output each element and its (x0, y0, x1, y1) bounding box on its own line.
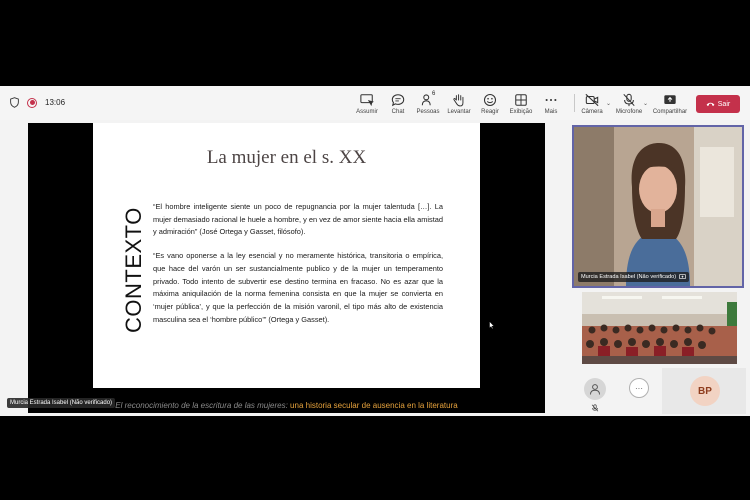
participant-tile-bp[interactable]: BP (662, 368, 746, 414)
share-screen-icon (664, 95, 676, 104)
microphone-label: Microfone (615, 109, 643, 115)
slide-quote: “Es vano oponerse a la ley esencial y no… (153, 251, 443, 324)
microphone-options-chevron-icon[interactable]: ⌄ (643, 100, 648, 107)
caption-subtitle: una historia secular de ausencia en la l… (290, 401, 458, 410)
share-screen-icon (679, 274, 686, 280)
microphone-button[interactable]: Microfone (611, 93, 647, 115)
chat-label: Chat (391, 109, 405, 115)
teams-meeting-window: 13:06 Assumir Chat 6 Pessoas Levantar Re… (0, 86, 750, 416)
meeting-status: 13:06 (10, 97, 65, 108)
camera-off-icon (585, 93, 599, 107)
caption-title: El reconocimiento de la escritura de las… (115, 401, 291, 410)
recording-icon (27, 97, 37, 108)
more-actions-label: Mais (544, 109, 558, 115)
share-label: Compartilhar (652, 109, 688, 115)
mic-off-icon (623, 93, 635, 107)
slide-body: “El hombre inteligente siente un poco de… (153, 201, 443, 337)
speaker-name-tag: Murcia Estrada Isabel (Não verificado) (578, 272, 690, 282)
participant-avatar[interactable] (584, 378, 606, 400)
hang-up-icon (706, 102, 715, 107)
smiley-icon (483, 93, 497, 107)
slide-quote: “El hombre inteligente siente un poco de… (153, 202, 443, 237)
camera-label: Câmera (581, 109, 603, 115)
more-horizontal-icon (545, 98, 557, 102)
raise-hand-icon (453, 94, 464, 107)
mouse-cursor-icon (489, 321, 495, 329)
slide-title: La mujer en el s. XX (206, 147, 367, 168)
camera-button[interactable]: Câmera (574, 93, 610, 115)
take-control-label: Assumir (356, 109, 378, 115)
share-button[interactable]: Compartilhar (652, 93, 688, 115)
leave-label: Sair (717, 100, 731, 108)
speaker-video (574, 127, 742, 286)
participant-strip: ··· BP (572, 368, 747, 414)
room-video-tile[interactable] (582, 292, 737, 364)
people-count-badge: 6 (432, 91, 436, 97)
presenter-name-label: Murcia Estrada Isabel (Não verificado) (7, 398, 116, 408)
mic-off-icon (591, 404, 599, 412)
react-label: Reagir (481, 109, 499, 115)
person-icon (590, 384, 600, 395)
raise-hand-label: Levantar (447, 109, 471, 115)
slide-side-title: CONTEXTO (121, 207, 146, 333)
view-label: Exibição (509, 109, 533, 115)
leave-button[interactable]: Sair (696, 95, 740, 113)
grid-view-icon (515, 94, 527, 106)
meeting-toolbar: 13:06 Assumir Chat 6 Pessoas Levantar Re… (0, 86, 750, 120)
chat-icon (391, 94, 405, 107)
more-participants-button[interactable]: ··· (629, 378, 649, 398)
participant-initials-avatar: BP (690, 376, 720, 406)
meeting-timer: 13:06 (45, 98, 66, 107)
room-video (582, 292, 737, 364)
presentation-slide: La mujer en el s. XX CONTEXTO “El hombre… (93, 123, 480, 388)
take-control-icon (360, 94, 374, 107)
people-label: Pessoas (416, 109, 440, 115)
speaker-name: Murcia Estrada Isabel (Não verificado) (581, 274, 677, 280)
more-actions-button[interactable]: Mais (533, 93, 569, 115)
active-speaker-tile[interactable]: Murcia Estrada Isabel (Não verificado) (572, 125, 744, 288)
shield-icon[interactable] (10, 97, 19, 108)
shared-screen: La mujer en el s. XX CONTEXTO “El hombre… (28, 123, 545, 413)
screen: 13:06 Assumir Chat 6 Pessoas Levantar Re… (0, 0, 750, 500)
